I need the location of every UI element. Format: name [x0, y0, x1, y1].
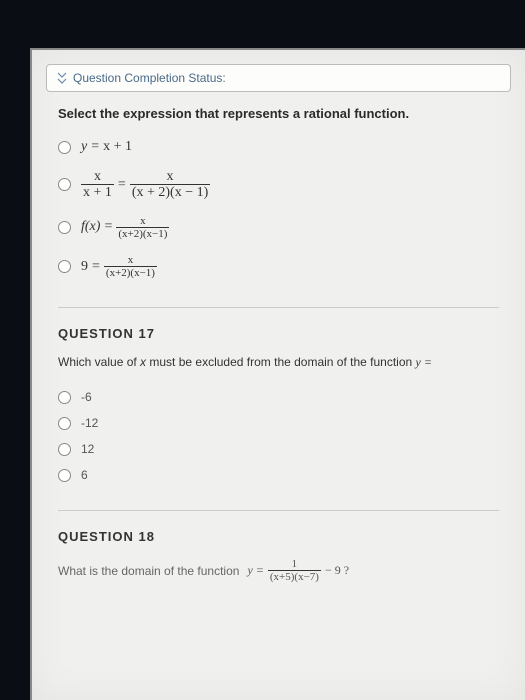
q17-option-b[interactable]: -12 — [58, 416, 499, 430]
q17-option-c[interactable]: 12 — [58, 442, 499, 456]
radio-icon — [58, 391, 71, 404]
completion-status-label: Question Completion Status: — [73, 71, 226, 85]
radio-icon — [58, 443, 71, 456]
radio-icon — [58, 417, 71, 430]
app-viewport: Question Completion Status: Select the e… — [30, 48, 525, 700]
q16-option-c[interactable]: f(x) = x (x+2)(x−1) — [58, 215, 499, 240]
option-expression: 9 = x (x+2)(x−1) — [81, 254, 157, 279]
option-expression: f(x) = x (x+2)(x−1) — [81, 215, 169, 240]
section-divider — [58, 307, 499, 308]
radio-icon — [58, 260, 71, 273]
q16-option-b[interactable]: x x + 1 = x (x + 2)(x − 1) — [58, 169, 499, 201]
monitor-bezel-left — [0, 0, 30, 700]
q16-option-d[interactable]: 9 = x (x+2)(x−1) — [58, 254, 499, 279]
q18-prompt: What is the domain of the function y = 1… — [58, 558, 499, 583]
radio-icon — [58, 141, 71, 154]
option-label: -12 — [81, 416, 98, 430]
option-expression: y = x + 1 — [81, 139, 132, 155]
collapse-chevrons-icon — [57, 72, 67, 84]
q17-options: -6 -12 12 6 — [58, 390, 499, 482]
q17-option-d[interactable]: 6 — [58, 468, 499, 482]
q17-heading: QUESTION 17 — [58, 326, 499, 341]
q16-options: y = x + 1 x x + 1 = x (x + 2)(x − 1) — [58, 139, 499, 279]
radio-icon — [58, 178, 71, 191]
section-divider — [58, 510, 499, 511]
radio-icon — [58, 221, 71, 234]
completion-status-bar[interactable]: Question Completion Status: — [46, 64, 511, 92]
q16-prompt: Select the expression that represents a … — [58, 106, 499, 121]
q16-option-a[interactable]: y = x + 1 — [58, 139, 499, 155]
q17-option-a[interactable]: -6 — [58, 390, 499, 404]
option-label: 12 — [81, 442, 94, 456]
q17-prompt: Which value of x must be excluded from t… — [58, 355, 499, 370]
question-content: Select the expression that represents a … — [32, 102, 525, 583]
option-label: -6 — [81, 390, 92, 404]
radio-icon — [58, 469, 71, 482]
option-label: 6 — [81, 468, 88, 482]
option-expression: x x + 1 = x (x + 2)(x − 1) — [81, 169, 210, 201]
q18-heading: QUESTION 18 — [58, 529, 499, 544]
monitor-bezel-top — [0, 0, 525, 48]
